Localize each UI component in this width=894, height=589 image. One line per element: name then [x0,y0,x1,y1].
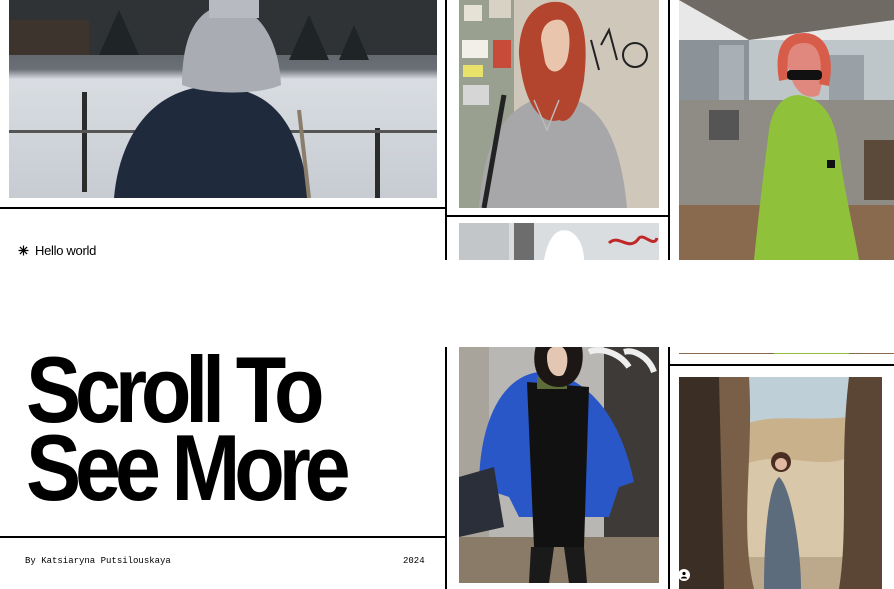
user-icon [678,569,690,581]
photo-green-dress-rooftop [679,0,894,260]
photo-canyon-cave [679,377,882,589]
hello-text: Hello world [35,243,97,258]
photo-blue-fleece-jacket [459,347,659,583]
year-label: 2024 [403,556,425,566]
divider-right-horizontal [669,364,894,366]
photo-graffiti-strip [459,223,659,260]
divider-left-vertical-lower [445,347,447,589]
divider-bottom-left-horizontal [0,536,446,538]
photo-hooded-person-snow [9,0,437,198]
hello-link[interactable]: Hello world [18,243,96,258]
divider-top-middle-horizontal [446,215,669,217]
divider-left-vertical [445,0,447,260]
divider-top-left-horizontal [0,207,446,209]
divider-middle-vertical [668,0,670,260]
hero-title: Scroll To See More [26,343,351,520]
hero-title-line2: See More [26,415,351,520]
asterisk-icon [18,245,29,256]
photo-red-hair-grey-sweatshirt [459,0,659,208]
photo-dress-strip [679,347,894,354]
author-credit: By Katsiaryna Putsilouskaya [25,556,171,566]
divider-middle-vertical-lower [668,347,670,589]
